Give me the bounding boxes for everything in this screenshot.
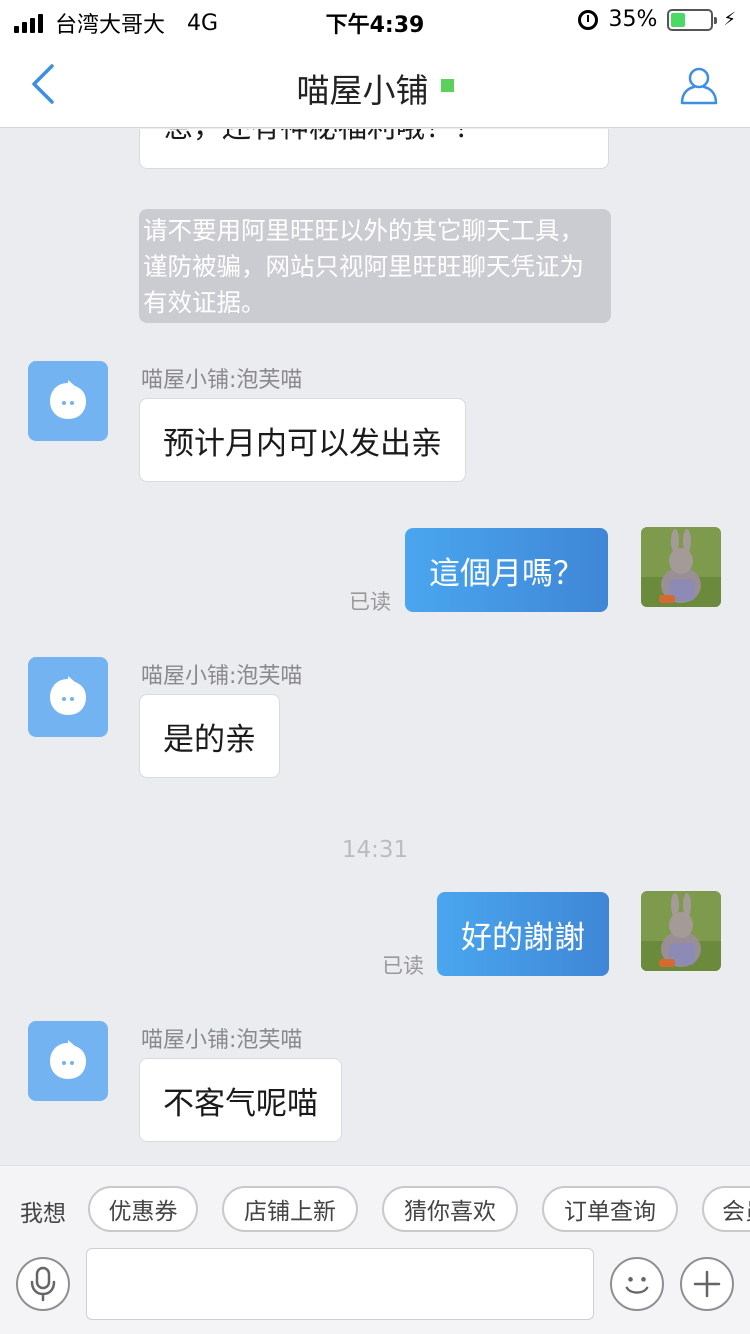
battery-icon	[667, 8, 718, 31]
message-bubble-partial: 息，还有神秘福利哦！！	[139, 129, 609, 169]
plus-icon	[693, 1270, 721, 1298]
battery-percent: 35%	[608, 7, 658, 32]
emoji-icon	[625, 1277, 649, 1294]
read-status: 已读	[349, 590, 391, 614]
sender-name: 喵屋小铺:泡芙喵	[141, 1028, 303, 1053]
input-bar	[0, 1248, 750, 1334]
read-status: 已读	[382, 954, 424, 978]
message-bubble-incoming[interactable]: 是的亲	[139, 694, 280, 778]
shop-title: 喵屋小铺	[296, 71, 429, 110]
timestamp: 14:31	[341, 837, 409, 863]
user-avatar[interactable]	[641, 527, 721, 607]
quick-chip-membership[interactable]: 会员	[702, 1186, 750, 1232]
nav-title-wrap: 喵屋小铺	[0, 64, 750, 112]
message-input[interactable]	[86, 1248, 594, 1320]
quick-chip-order-query[interactable]: 订单查询	[542, 1186, 678, 1232]
quick-reply-bar: 我想 优惠券 店铺上新 猜你喜欢 订单查询 会员	[0, 1165, 750, 1251]
user-avatar[interactable]	[641, 891, 721, 971]
status-right: 35% ⚡	[578, 7, 736, 32]
wangwang-avatar-icon[interactable]	[28, 361, 108, 441]
message-bubble-incoming[interactable]: 预计月内可以发出亲	[139, 398, 466, 482]
quick-chip-new-arrivals[interactable]: 店铺上新	[222, 1186, 358, 1232]
quick-chip-coupon[interactable]: 优惠券	[88, 1186, 198, 1232]
profile-icon[interactable]	[678, 64, 720, 106]
nav-bar: 喵屋小铺	[0, 40, 750, 128]
online-status-indicator	[440, 79, 454, 92]
alarm-icon	[578, 9, 599, 30]
voice-button[interactable]	[16, 1257, 70, 1311]
emoji-button[interactable]	[610, 1257, 664, 1311]
message-bubble-outgoing[interactable]: 這個月嗎？	[405, 528, 608, 612]
wangwang-avatar-icon[interactable]	[28, 1021, 108, 1101]
status-bar: 台湾大哥大 4G 下午4:39 35% ⚡	[0, 0, 750, 40]
message-bubble-outgoing[interactable]: 好的謝謝	[437, 892, 609, 976]
system-notice: 请不要用阿里旺旺以外的其它聊天工具，谨防被骗，网站只视阿里旺旺聊天凭证为有效证据…	[139, 209, 611, 323]
charging-icon: ⚡	[723, 9, 736, 30]
message-text: 息，还有神秘福利哦！！	[164, 129, 483, 146]
more-button[interactable]	[680, 1257, 734, 1311]
microphone-icon	[30, 1266, 56, 1302]
quick-chip-recommendations[interactable]: 猜你喜欢	[382, 1186, 518, 1232]
chat-area[interactable]: 息，还有神秘福利哦！！ 请不要用阿里旺旺以外的其它聊天工具，谨防被骗，网站只视阿…	[0, 129, 750, 1165]
sender-name: 喵屋小铺:泡芙喵	[141, 368, 303, 393]
quick-reply-label: 我想	[20, 1201, 66, 1227]
wangwang-avatar-icon[interactable]	[28, 657, 108, 737]
message-bubble-incoming[interactable]: 不客气呢喵	[139, 1058, 342, 1142]
sender-name: 喵屋小铺:泡芙喵	[141, 664, 303, 689]
